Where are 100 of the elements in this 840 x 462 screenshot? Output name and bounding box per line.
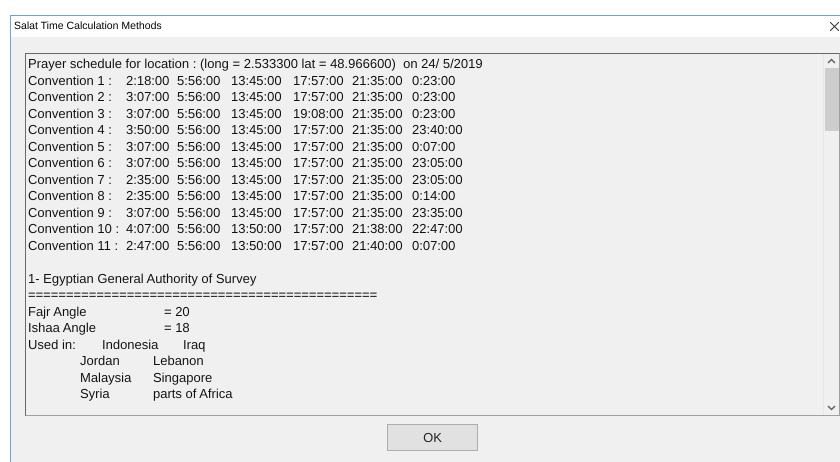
schedule-cell-text: 3:07:00 — [125, 106, 170, 122]
schedule-cell-text: 21:35:00 — [352, 72, 404, 89]
schedule-cell: 0:23:00 — [412, 89, 456, 106]
schedule-cell-text: 13:45:00 — [231, 188, 283, 204]
schedule-cell-text: 4:07:00 — [125, 221, 170, 238]
schedule-cell-text: 13:45:00 — [231, 155, 283, 172]
text-line: = 20 — [164, 304, 190, 320]
schedule-cell-text: 21:38:00 — [352, 221, 404, 238]
schedule-cell-text: 21:35:00 — [352, 122, 404, 138]
schedule-cell-text: 17:57:00 — [293, 122, 345, 138]
schedule-cell-text: 5:56:00 — [177, 204, 222, 221]
schedule-cell-text: Convention 11 : — [28, 238, 120, 254]
schedule-cell-text: 13:45:00 — [231, 204, 283, 221]
schedule-cell-text: 5:56:00 — [177, 106, 222, 122]
schedule-cell-text: Convention 8 : — [28, 188, 113, 204]
schedule-cell-text: 17:57:00 — [293, 221, 345, 238]
schedule-cell-text: Convention 1 : — [28, 72, 113, 89]
schedule-cell-text: 17:57:00 — [293, 204, 345, 221]
ok-button[interactable]: OK — [387, 424, 478, 451]
close-icon[interactable] — [830, 22, 839, 31]
schedule-cell-text: 17:57:00 — [293, 72, 345, 89]
schedule-cell-text: 21:35:00 — [352, 106, 404, 122]
schedule-cell-text: 21:35:00 — [352, 204, 404, 221]
schedule-cell-text: Convention 2 : — [28, 89, 113, 106]
schedule-cell-text: 19:08:00 — [293, 106, 345, 122]
text-line: Malaysia — [80, 370, 132, 386]
text-line: Singapore — [153, 370, 212, 386]
schedule-cell-text: 21:35:00 — [352, 138, 404, 155]
schedule-cell: 23:35:00 — [412, 204, 463, 221]
schedule-cell-text: 17:57:00 — [293, 155, 345, 172]
schedule-cell-text: 5:56:00 — [177, 138, 222, 155]
schedule-cell-text: 13:45:00 — [231, 72, 283, 89]
schedule-cell-text: 5:56:00 — [177, 155, 222, 172]
schedule-cell-text: 21:35:00 — [352, 188, 404, 204]
text-line: Fajr Angle — [28, 304, 88, 320]
text-area[interactable] — [25, 53, 840, 416]
schedule-cell-text: 2:35:00 — [125, 172, 170, 188]
schedule-cell-text: 3:50:00 — [125, 122, 170, 138]
text-line: parts of Africa — [153, 386, 232, 402]
schedule-cell-text: 17:57:00 — [293, 172, 345, 188]
text-line: Used in: — [28, 336, 77, 353]
schedule-cell: 23:40:00 — [412, 122, 463, 138]
scroll-up-icon[interactable] — [827, 58, 836, 64]
schedule-cell-text: 3:07:00 — [125, 138, 170, 155]
text-line: 1- Egyptian General Authority of Survey — [28, 270, 256, 287]
schedule-cell-text: 13:45:00 — [231, 172, 283, 188]
schedule-cell-text: 13:50:00 — [231, 238, 283, 254]
schedule-cell: 22:47:00 — [412, 221, 463, 238]
schedule-cell: 23:05:00 — [412, 172, 463, 188]
schedule-cell: 0:07:00 — [412, 238, 456, 254]
schedule-cell-text: 5:56:00 — [177, 89, 222, 106]
schedule-cell-text: 5:56:00 — [177, 122, 222, 138]
text-line: Lebanon — [153, 353, 204, 370]
schedule-cell-text: 21:35:00 — [352, 172, 404, 188]
schedule-cell-text: 13:45:00 — [231, 138, 283, 155]
text-line: Indonesia — [102, 336, 160, 353]
schedule-cell-text: 3:07:00 — [125, 204, 170, 221]
schedule-cell-text: 5:56:00 — [177, 172, 222, 188]
schedule-cell-text: Convention 5 : — [28, 138, 113, 155]
schedule-cell-text: Convention 7 : — [28, 172, 113, 188]
text-line: Prayer schedule for location : (long = 2.533300 lat = 48.966600) on 24/ 5/2019 — [28, 56, 483, 72]
schedule-cell-text: 21:40:00 — [352, 238, 404, 254]
schedule-cell-text: 3:07:00 — [125, 155, 170, 172]
text-line: Jordan — [80, 353, 121, 370]
schedule-cell-text: Convention 4 : — [28, 122, 113, 138]
schedule-cell: 0:14:00 — [412, 188, 456, 204]
schedule-cell-text: Convention 9 : — [28, 204, 113, 221]
schedule-cell-text: 5:56:00 — [177, 238, 222, 254]
schedule-cell: 0:23:00 — [412, 72, 456, 89]
schedule-cell-text: 5:56:00 — [177, 221, 222, 238]
schedule-cell: 0:07:00 — [412, 138, 456, 155]
schedule-cell-text: 2:35:00 — [125, 188, 170, 204]
schedule-cell-text: 2:18:00 — [125, 72, 170, 89]
text-line: Ishaa Angle — [28, 320, 97, 336]
schedule-cell-text: 13:45:00 — [231, 106, 283, 122]
schedule-cell: Convention 10 : — [28, 221, 120, 238]
window-title: Salat Time Calculation Methods — [14, 18, 162, 34]
text-line: Syria — [80, 386, 111, 402]
text-line: Iraq — [183, 336, 206, 353]
schedule-cell: 0:23:00 — [412, 106, 456, 122]
schedule-cell-text: Convention 6 : — [28, 155, 113, 172]
schedule-cell-text: 17:57:00 — [293, 89, 345, 106]
scroll-down-icon[interactable] — [827, 405, 836, 411]
schedule-cell: 23:05:00 — [412, 155, 463, 172]
schedule-cell-text: 13:45:00 — [231, 89, 283, 106]
schedule-cell-text: Convention 3 : — [28, 106, 113, 122]
text-line: = 18 — [164, 320, 190, 336]
schedule-cell-text: 21:35:00 — [352, 89, 404, 106]
schedule-cell-text: 17:57:00 — [293, 188, 345, 204]
schedule-cell-text: 21:35:00 — [352, 155, 404, 172]
text-line: ============================================== — [28, 287, 378, 304]
schedule-cell-text: 17:57:00 — [293, 138, 345, 155]
schedule-cell-text: 13:45:00 — [231, 122, 283, 138]
schedule-cell-text: 17:57:00 — [293, 238, 345, 254]
scrollbar[interactable] — [823, 54, 839, 415]
schedule-cell-text: 5:56:00 — [177, 72, 222, 89]
scroll-thumb[interactable] — [824, 68, 838, 131]
schedule-cell-text: 2:47:00 — [125, 238, 170, 254]
schedule-cell-text: 3:07:00 — [125, 89, 170, 106]
schedule-cell-text: 5:56:00 — [177, 188, 222, 204]
